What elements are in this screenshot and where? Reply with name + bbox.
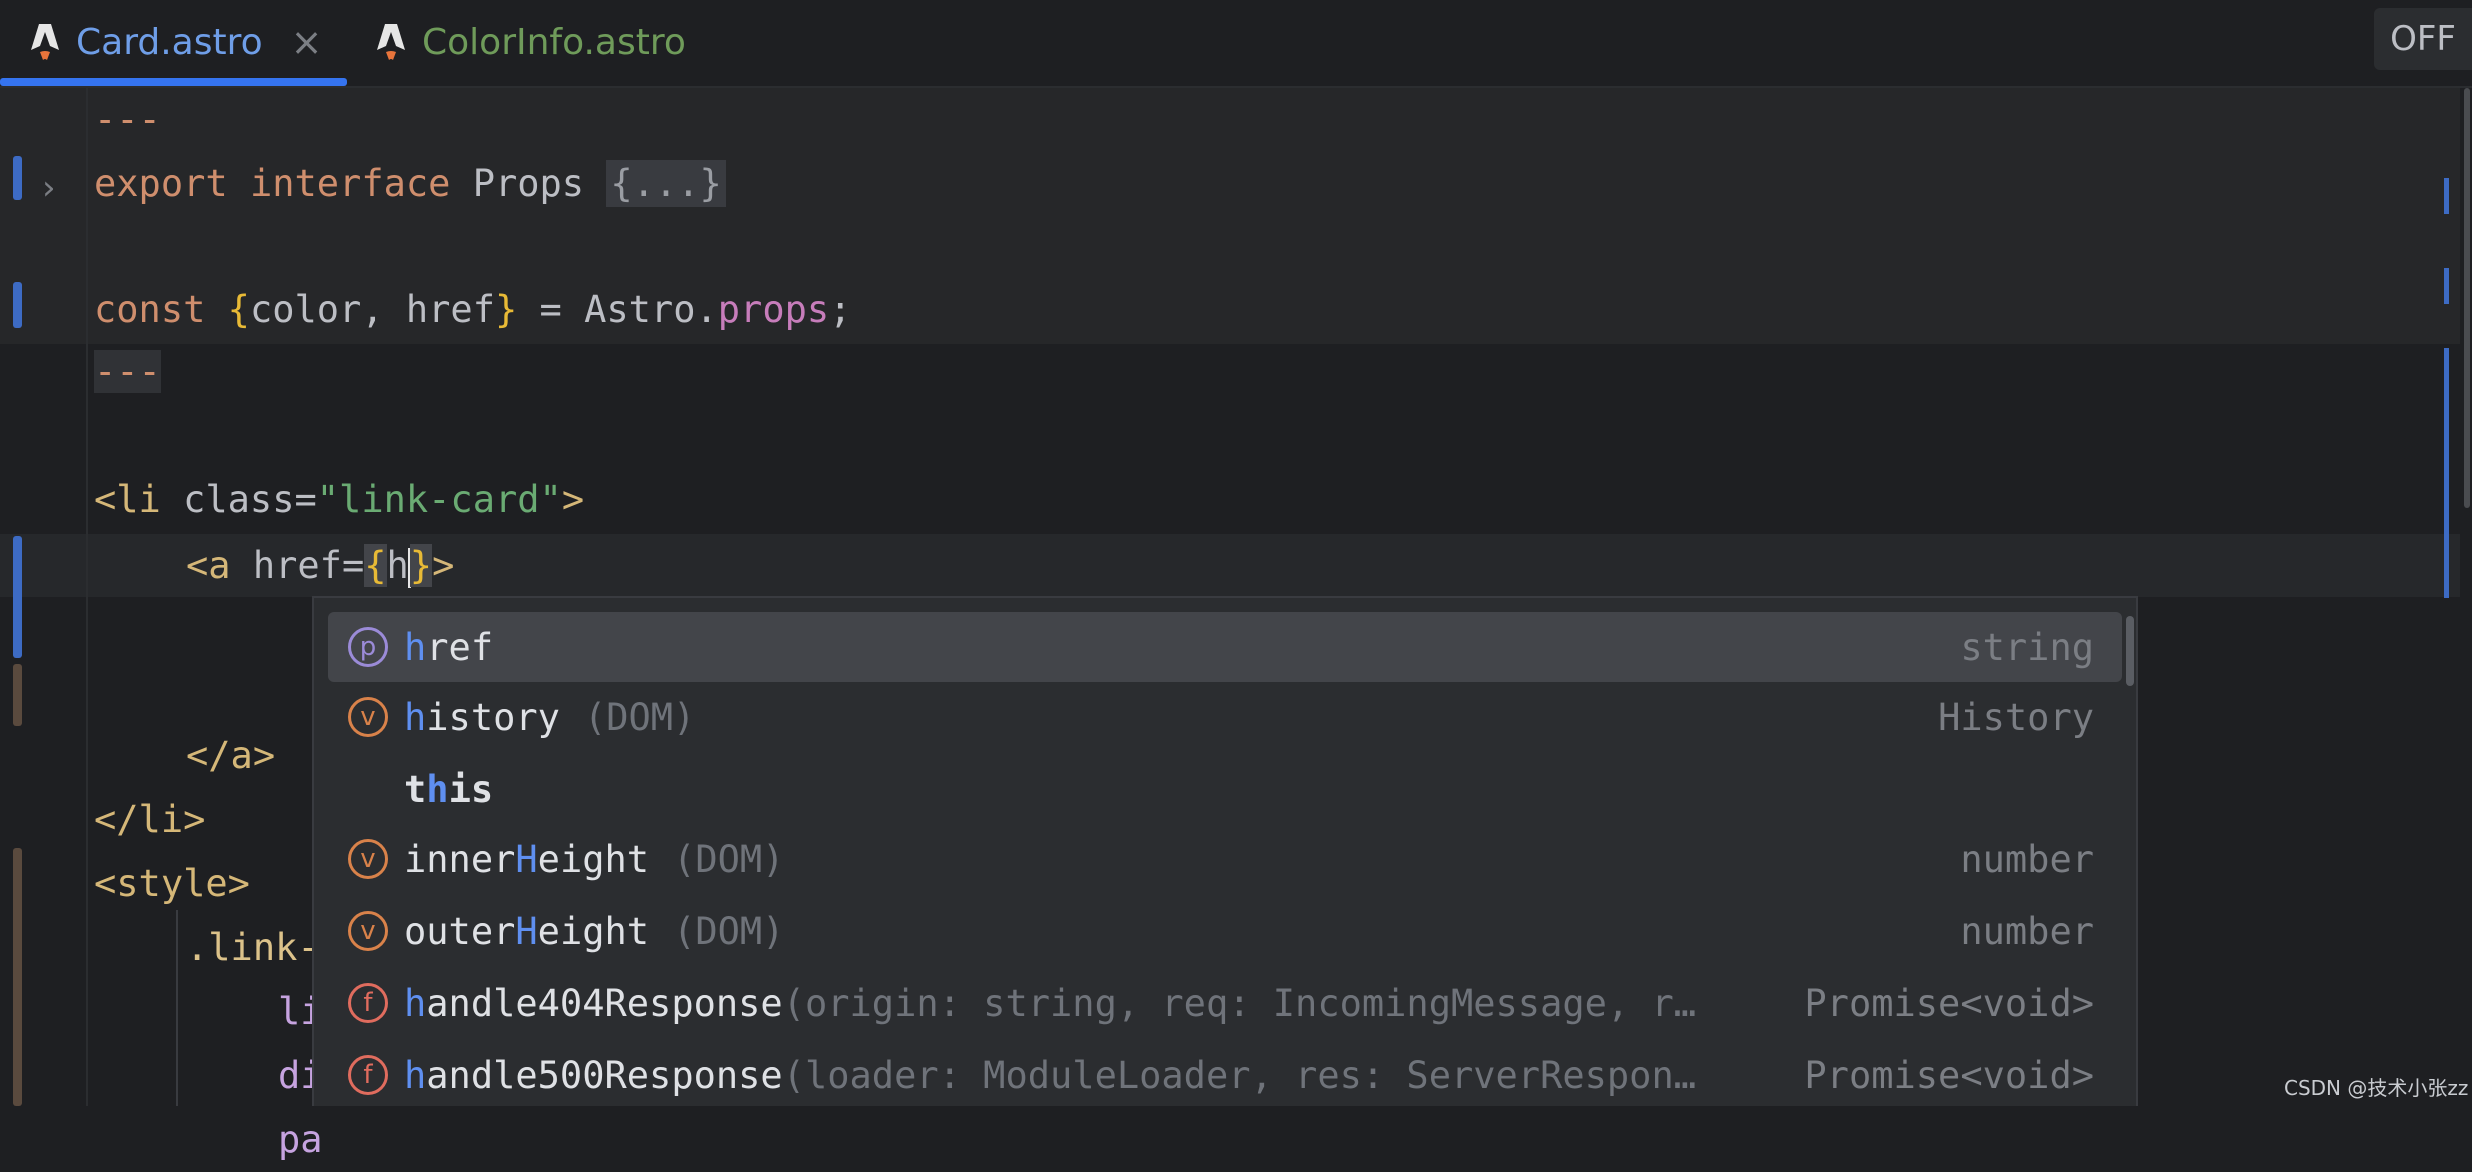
folded-region[interactable]: {...} — [606, 160, 726, 207]
code-line: const {color, href} = Astro.props; — [94, 288, 852, 331]
gutter-divider — [86, 88, 88, 1106]
fold-expand-icon[interactable]: › — [42, 168, 56, 208]
keyword-placeholder-icon — [348, 769, 388, 809]
active-tab-indicator — [0, 78, 347, 86]
code-line: <li class="link-card"> — [94, 478, 585, 521]
code-line: </li> — [94, 798, 206, 841]
completion-item-href[interactable]: p href string — [328, 612, 2122, 682]
code-line: pa — [278, 1118, 323, 1161]
property-icon: p — [348, 627, 388, 667]
code-completion-popup: p href string v history (DOM) History th… — [312, 596, 2138, 1106]
vcs-change-marker — [13, 848, 22, 1106]
indent-guide — [176, 910, 178, 1106]
code-line: --- — [94, 350, 161, 393]
variable-icon: v — [348, 839, 388, 879]
code-line: export interface Props {...} — [94, 152, 726, 216]
close-tab-icon[interactable]: × — [291, 23, 323, 61]
code-line: .link- — [186, 926, 320, 969]
code-line: --- — [94, 98, 161, 141]
tab-card-astro[interactable]: Card.astro × — [30, 0, 322, 84]
vcs-change-marker — [13, 156, 22, 200]
vcs-change-marker — [13, 282, 22, 328]
astro-icon — [31, 24, 59, 60]
function-icon: f — [348, 983, 388, 1023]
completion-item-outerheight[interactable]: v outerHeight (DOM) number — [328, 896, 2122, 966]
completion-scrollbar[interactable] — [2126, 616, 2134, 686]
vcs-change-marker — [13, 536, 22, 658]
astro-icon — [377, 24, 405, 60]
completion-item-handle404response[interactable]: f handle404Response (origin: string, req… — [328, 968, 2122, 1038]
scroll-marker — [2444, 268, 2449, 304]
scroll-marker — [2444, 178, 2449, 214]
scroll-marker — [2444, 348, 2449, 598]
function-icon: f — [348, 1055, 388, 1095]
tab-colorinfo-astro[interactable]: ColorInfo.astro — [376, 0, 686, 84]
completion-item-history[interactable]: v history (DOM) History — [328, 682, 2122, 752]
tab-label: ColorInfo.astro — [422, 21, 686, 63]
vertical-scrollbar[interactable] — [2464, 88, 2470, 508]
vcs-change-marker — [13, 664, 22, 726]
inlay-toggle-off-badge[interactable]: OFF — [2374, 8, 2472, 70]
completion-item-innerheight[interactable]: v innerHeight (DOM) number — [328, 824, 2122, 894]
watermark: CSDN @技术小张zz — [2284, 1076, 2469, 1100]
tab-label: Card.astro — [76, 21, 263, 63]
completion-item-this[interactable]: this — [328, 754, 2122, 824]
variable-icon: v — [348, 697, 388, 737]
variable-icon: v — [348, 911, 388, 951]
code-line-current: <a href={h}> — [186, 544, 455, 588]
code-line: <style> — [94, 862, 250, 905]
code-line: </a> — [186, 734, 276, 777]
editor-tab-bar: Card.astro × ColorInfo.astro — [0, 0, 2472, 88]
completion-item-handle500response[interactable]: f handle500Response (loader: ModuleLoade… — [328, 1040, 2122, 1106]
